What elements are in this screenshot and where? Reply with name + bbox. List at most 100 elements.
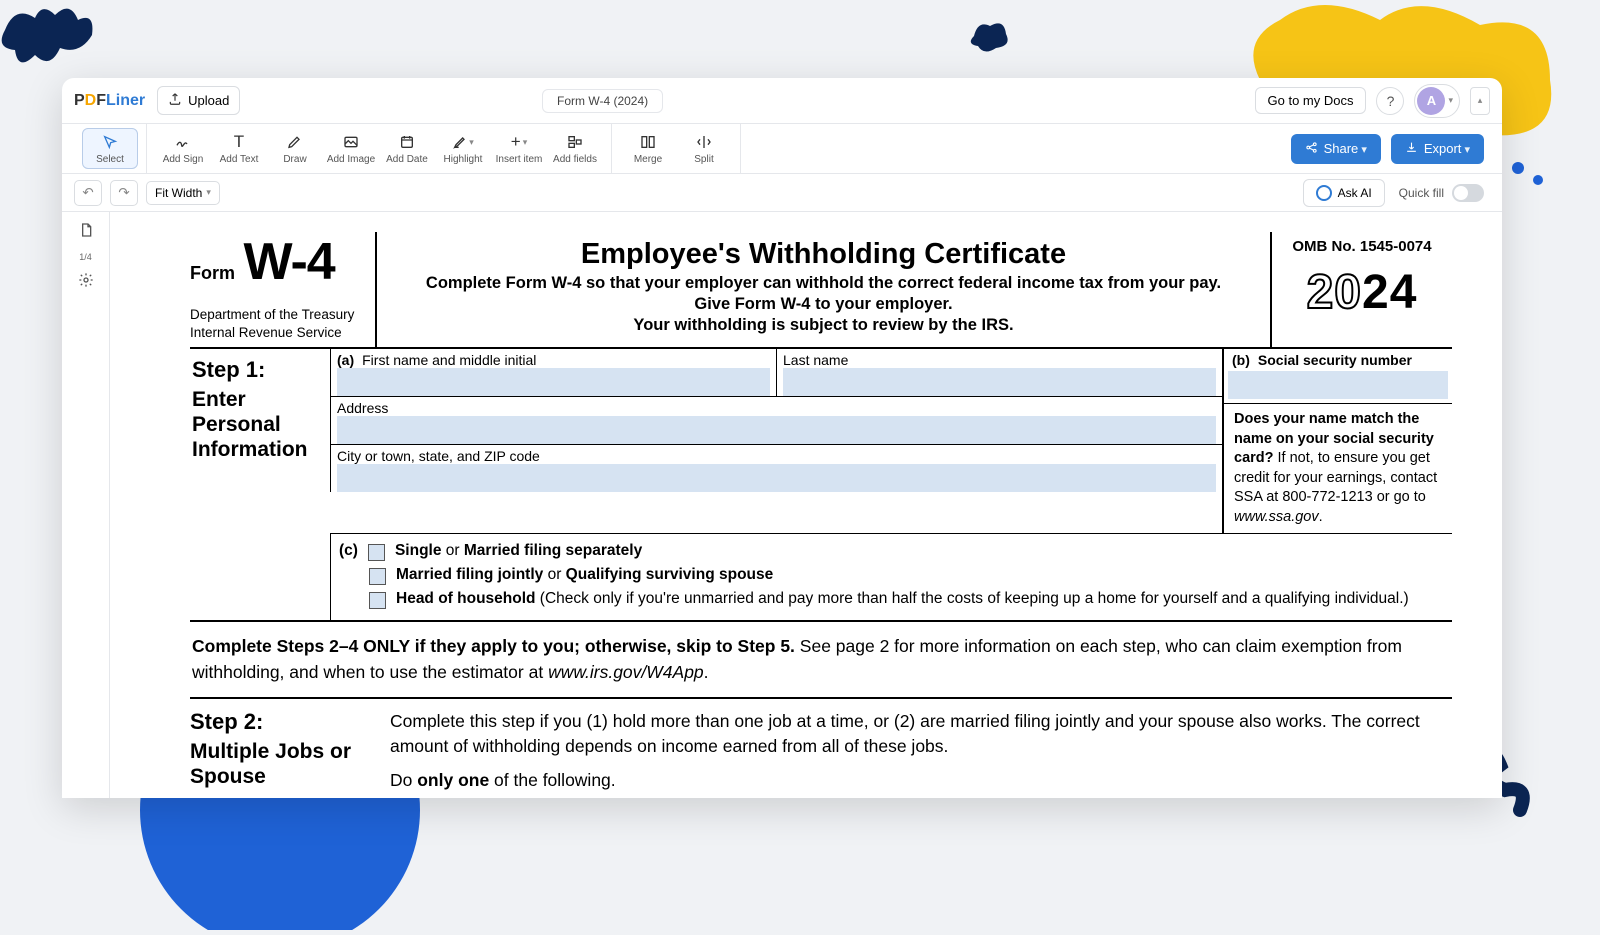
export-button[interactable]: Export [1391, 134, 1484, 164]
ssn-note-url: www.ssa.gov [1234, 509, 1319, 525]
zoom-selector[interactable]: Fit Width ▾ [146, 181, 220, 205]
calendar-icon [399, 132, 415, 152]
upload-button[interactable]: Upload [157, 86, 240, 115]
step2-name: Multiple Jobs or Spouse [190, 739, 390, 789]
download-icon [1405, 141, 1418, 157]
form-subtitle-1: Complete Form W-4 so that your employer … [387, 274, 1260, 293]
label-a: (a) [337, 352, 354, 368]
tool-add-text-label: Add Text [220, 154, 259, 165]
ask-ai-button[interactable]: Ask AI [1303, 179, 1385, 207]
ssn-input[interactable] [1228, 371, 1448, 399]
help-button[interactable]: ? [1376, 87, 1404, 115]
city-label: City or town, state, and ZIP code [337, 448, 1216, 464]
step2-number: Step 2: [190, 709, 390, 735]
checkbox-married-jointly[interactable] [369, 568, 386, 585]
share-icon [1305, 141, 1318, 157]
app-window: PDFLiner Upload Form W-4 (2024) Go to my… [62, 78, 1502, 798]
decor-dots [1510, 160, 1550, 205]
tool-insert-item[interactable]: +▾ Insert item [491, 128, 547, 169]
chevron-down-icon: ▾ [206, 187, 211, 198]
sub-toolbar: ↶ ↷ Fit Width ▾ Ask AI Quick fill [62, 174, 1502, 212]
form-title: Employee's Withholding Certificate [387, 238, 1260, 271]
tool-insert-item-label: Insert item [496, 154, 543, 165]
last-name-label: Last name [783, 352, 1216, 368]
tool-select[interactable]: Select [82, 128, 138, 169]
last-name-input[interactable] [783, 368, 1216, 396]
filing-option-2: Married filing jointly or Qualifying sur… [396, 566, 773, 584]
tool-highlight-label: Highlight [444, 154, 483, 165]
image-icon [343, 132, 359, 152]
tool-add-fields[interactable]: Add fields [547, 128, 603, 169]
upload-icon [168, 92, 182, 109]
tool-draw[interactable]: Draw [267, 128, 323, 169]
year-suffix: 24 [1362, 266, 1417, 319]
first-name-label: First name and middle initial [362, 352, 536, 368]
checkbox-head-household[interactable] [369, 592, 386, 609]
signature-icon [175, 132, 191, 152]
tool-add-fields-label: Add fields [553, 154, 597, 165]
checkbox-single[interactable] [368, 544, 385, 561]
filing-option-3: Head of household (Check only if you're … [396, 590, 1409, 608]
pencil-icon [287, 132, 303, 152]
step1-name: Enter Personal Information [192, 387, 324, 463]
main-toolbar: Select Add Sign T Add Text Draw Add Imag… [62, 124, 1502, 174]
account-menu[interactable]: A ▾ [1414, 84, 1460, 118]
window-more-button[interactable]: ▴ [1470, 87, 1490, 115]
instruction-bold: Complete Steps 2–4 ONLY if they apply to… [192, 636, 795, 656]
document-title-chip[interactable]: Form W-4 (2024) [542, 89, 663, 113]
share-button[interactable]: Share [1291, 134, 1381, 164]
omb-number: OMB No. 1545-0074 [1280, 238, 1444, 255]
page-indicator: 1/4 [79, 252, 92, 262]
redo-button[interactable]: ↷ [110, 180, 138, 206]
tool-add-sign-label: Add Sign [163, 154, 204, 165]
gear-icon [78, 272, 94, 292]
pages-panel-button[interactable] [71, 220, 101, 244]
filing-option-1: Single or Married filing separately [395, 542, 642, 560]
fields-icon [567, 132, 583, 152]
decor-splat-top-left [0, 0, 120, 90]
upload-label: Upload [188, 93, 229, 108]
form-w4-page: Form W-4 Department of the Treasury Inte… [110, 212, 1502, 798]
top-bar: PDFLiner Upload Form W-4 (2024) Go to my… [62, 78, 1502, 124]
address-input[interactable] [337, 416, 1216, 444]
ask-ai-label: Ask AI [1338, 186, 1372, 200]
tool-merge[interactable]: Merge [620, 128, 676, 169]
address-label: Address [337, 400, 1216, 416]
document-title: Form W-4 (2024) [557, 94, 648, 108]
quick-fill-toggle[interactable] [1452, 184, 1484, 202]
instruction-url: www.irs.gov/W4App [548, 662, 704, 682]
split-icon [696, 132, 712, 152]
tool-merge-label: Merge [634, 154, 662, 165]
tool-split[interactable]: Split [676, 128, 732, 169]
step2-body-text: Complete this step if you (1) hold more … [390, 709, 1452, 758]
settings-button[interactable] [71, 270, 101, 294]
form-subtitle-2: Give Form W-4 to your employer. [387, 295, 1260, 314]
ai-icon [1316, 185, 1332, 201]
tool-add-image[interactable]: Add Image [323, 128, 379, 169]
zoom-value: Fit Width [155, 186, 202, 200]
dept-line-1: Department of the Treasury [190, 306, 369, 324]
tool-add-text[interactable]: T Add Text [211, 128, 267, 169]
plus-icon: +▾ [511, 132, 527, 152]
app-logo: PDFLiner [74, 92, 145, 110]
document-scroll[interactable]: Form W-4 Department of the Treasury Inte… [110, 212, 1502, 798]
tool-add-date[interactable]: Add Date [379, 128, 435, 169]
instruction-block: Complete Steps 2–4 ONLY if they apply to… [190, 622, 1452, 699]
cursor-icon [102, 132, 118, 152]
chevron-down-icon: ▾ [1448, 95, 1453, 106]
highlighter-icon: ▾ [452, 132, 474, 152]
undo-button[interactable]: ↶ [74, 180, 102, 206]
quick-fill-label: Quick fill [1399, 186, 1444, 200]
export-label: Export [1424, 141, 1470, 156]
first-name-input[interactable] [337, 368, 770, 396]
tool-highlight[interactable]: ▾ Highlight [435, 128, 491, 169]
tool-add-sign[interactable]: Add Sign [155, 128, 211, 169]
form-label: Form [190, 263, 235, 283]
merge-icon [640, 132, 656, 152]
left-rail: 1/4 [62, 212, 110, 798]
step2-label: Step 2: Multiple Jobs or Spouse [190, 709, 390, 793]
document-viewport: Form W-4 Department of the Treasury Inte… [110, 212, 1502, 798]
city-input[interactable] [337, 464, 1216, 492]
form-subtitle-3: Your withholding is subject to review by… [387, 316, 1260, 335]
go-to-docs-button[interactable]: Go to my Docs [1255, 87, 1367, 114]
